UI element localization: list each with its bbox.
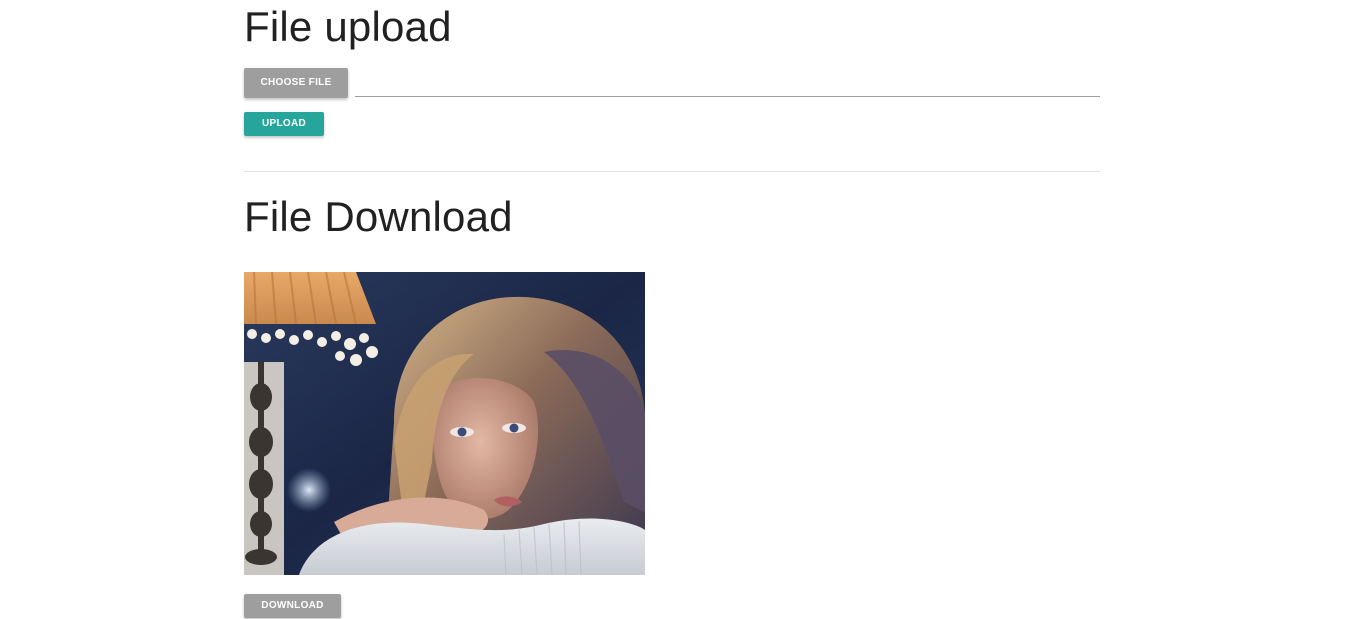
download-button[interactable]: DOWNLOAD	[244, 594, 341, 618]
section-divider	[244, 171, 1100, 172]
file-upload-title: File upload	[244, 3, 452, 50]
portrait-photo	[244, 272, 645, 575]
page-container: File upload CHOOSE FILE UPLOAD File Down…	[244, 0, 1100, 619]
download-image	[244, 272, 645, 575]
choose-file-button[interactable]: CHOOSE FILE	[244, 68, 348, 98]
upload-button[interactable]: UPLOAD	[244, 112, 324, 136]
file-path-input[interactable]	[355, 68, 1100, 97]
file-download-title: File Download	[244, 193, 513, 240]
